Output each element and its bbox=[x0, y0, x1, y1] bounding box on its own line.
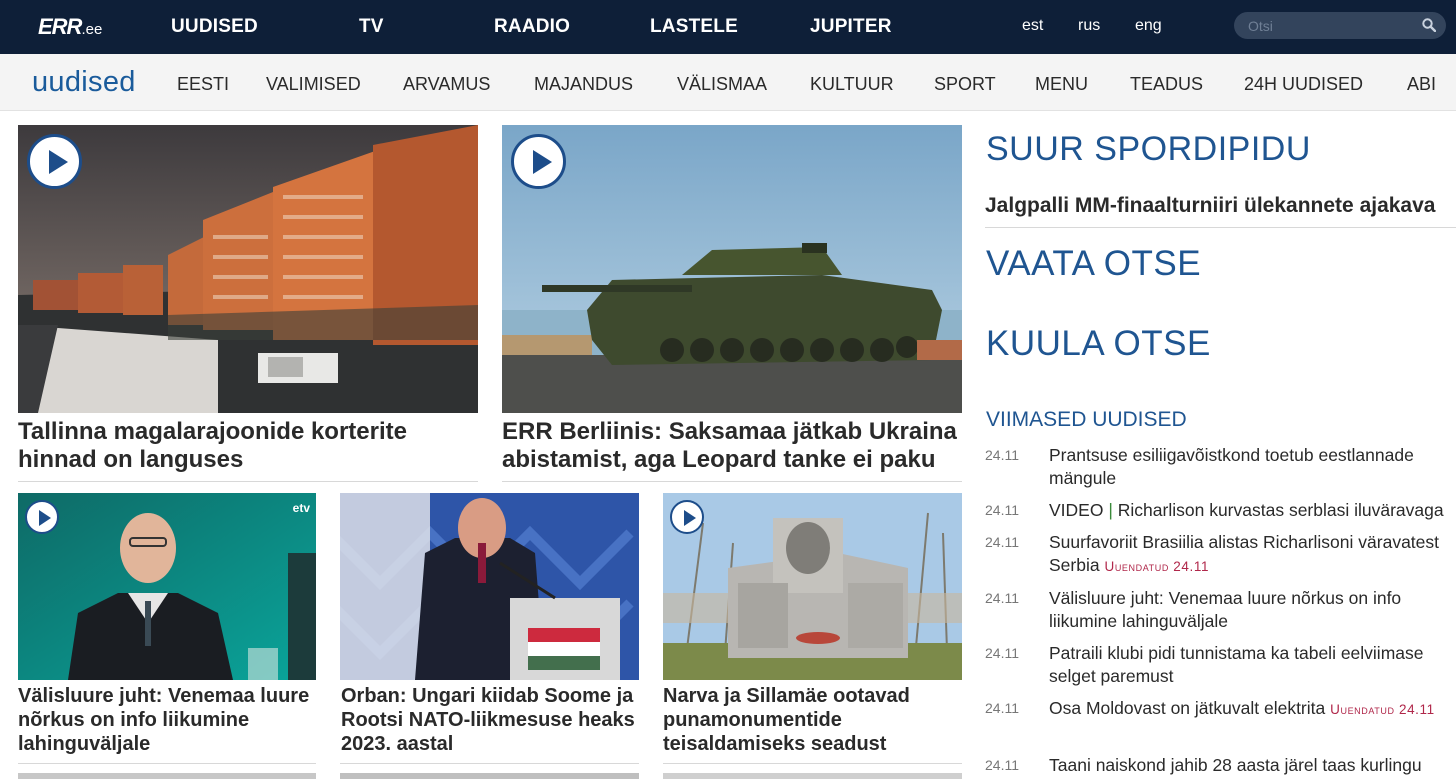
subnav-menu[interactable]: MENU bbox=[1035, 74, 1088, 95]
news-title[interactable]: Taani naiskond jahib 28 aasta järel taas… bbox=[1049, 754, 1454, 777]
top-bar: ERR.ee UUDISED TV RAADIO LASTELE JUPITER… bbox=[0, 0, 1456, 54]
latest-news-item[interactable]: 24.11 VIDEO | Richarlison kurvastas serb… bbox=[985, 499, 1456, 527]
divider bbox=[340, 763, 639, 764]
divider bbox=[502, 481, 962, 482]
news-time: 24.11 bbox=[985, 700, 1019, 716]
logo-main: ERR bbox=[38, 14, 82, 39]
sport-schedule-link[interactable]: Jalgpalli MM-finaalturniiri ülekannete a… bbox=[985, 194, 1435, 218]
lang-rus[interactable]: rus bbox=[1078, 17, 1100, 35]
divider bbox=[985, 227, 1456, 228]
news-separator: | bbox=[1108, 500, 1113, 520]
subnav-teadus[interactable]: TEADUS bbox=[1130, 74, 1203, 95]
news-title[interactable]: VIDEO | Richarlison kurvastas serblasi i… bbox=[1049, 499, 1454, 522]
subnav-24h-uudised[interactable]: 24H UUDISED bbox=[1244, 74, 1363, 95]
latest-news-item[interactable]: 24.11 Patraili klubi pidi tunnistama ka … bbox=[985, 642, 1456, 692]
subnav-sport[interactable]: SPORT bbox=[934, 74, 996, 95]
latest-news-item[interactable]: 24.11 Suurfavoriit Brasiilia alistas Ric… bbox=[985, 531, 1456, 583]
search-box bbox=[1234, 12, 1446, 39]
play-video-icon[interactable] bbox=[670, 500, 704, 534]
article-image-apartments[interactable] bbox=[18, 125, 478, 413]
news-title[interactable]: Osa Moldovast on jätkuvalt elektrita Uue… bbox=[1049, 697, 1454, 721]
subnav-abi[interactable]: ABI bbox=[1407, 74, 1436, 95]
news-title[interactable]: Välisluure juht: Venemaa luure nõrkus on… bbox=[1049, 587, 1454, 633]
article-headline[interactable]: Orban: Ungari kiidab Soome ja Rootsi NAT… bbox=[341, 684, 639, 756]
news-time: 24.11 bbox=[985, 645, 1019, 661]
play-video-icon[interactable] bbox=[511, 134, 566, 189]
subnav-kultuur[interactable]: KULTUUR bbox=[810, 74, 894, 95]
news-title-text: Osa Moldovast on jätkuvalt elektrita bbox=[1049, 698, 1326, 718]
search-input[interactable] bbox=[1248, 16, 1418, 35]
subnav-arvamus[interactable]: ARVAMUS bbox=[403, 74, 490, 95]
section-nav: uudised EESTI VALIMISED ARVAMUS MAJANDUS… bbox=[0, 54, 1456, 111]
latest-news-item[interactable]: 24.11 Prantsuse esiliigavõistkond toetub… bbox=[985, 444, 1456, 494]
article-image-orban[interactable] bbox=[340, 493, 639, 680]
news-time: 24.11 bbox=[985, 590, 1019, 606]
article-image-interview[interactable]: etv bbox=[18, 493, 316, 680]
article-headline[interactable]: Välisluure juht: Venemaa luure nõrkus on… bbox=[18, 684, 316, 756]
lang-est[interactable]: est bbox=[1022, 17, 1043, 35]
latest-news-item[interactable]: 24.11 Osa Moldovast on jätkuvalt elektri… bbox=[985, 697, 1456, 747]
divider bbox=[18, 481, 478, 482]
subnav-majandus[interactable]: MAJANDUS bbox=[534, 74, 633, 95]
watch-live-link[interactable]: VAATA OTSE bbox=[986, 244, 1201, 284]
news-title[interactable]: Patraili klubi pidi tunnistama ka tabeli… bbox=[1049, 642, 1454, 688]
subnav-eesti[interactable]: EESTI bbox=[177, 74, 229, 95]
next-article-image-edge bbox=[663, 773, 962, 779]
sport-event-title[interactable]: SUUR SPORDIPIDU bbox=[986, 130, 1311, 169]
nav-tv[interactable]: TV bbox=[359, 16, 384, 38]
article-headline[interactable]: Narva ja Sillamäe ootavad punamonumentid… bbox=[663, 684, 962, 756]
article-headline[interactable]: Tallinna magalarajoonide korterite hinna… bbox=[18, 418, 478, 474]
lang-eng[interactable]: eng bbox=[1135, 17, 1162, 35]
article-headline[interactable]: ERR Berliinis: Saksamaa jätkab Ukraina a… bbox=[502, 418, 962, 474]
play-video-icon[interactable] bbox=[25, 500, 59, 534]
nav-raadio[interactable]: RAADIO bbox=[494, 16, 570, 38]
latest-news-item[interactable]: 24.11 Taani naiskond jahib 28 aasta järe… bbox=[985, 754, 1456, 779]
play-video-icon[interactable] bbox=[27, 134, 82, 189]
next-article-image-edge bbox=[18, 773, 316, 779]
news-time: 24.11 bbox=[985, 447, 1019, 463]
latest-news-heading: VIIMASED UUDISED bbox=[986, 408, 1187, 431]
news-title[interactable]: Prantsuse esiliigavõistkond toetub eestl… bbox=[1049, 444, 1454, 490]
subnav-valimised[interactable]: VALIMISED bbox=[266, 74, 361, 95]
news-time: 24.11 bbox=[985, 502, 1019, 518]
article-image-tank[interactable] bbox=[502, 125, 962, 413]
updated-badge: Uuendatud 24.11 bbox=[1104, 559, 1210, 574]
divider bbox=[663, 763, 962, 764]
next-article-image-edge bbox=[340, 773, 639, 779]
article-image-monument[interactable] bbox=[663, 493, 962, 680]
logo-domain: .ee bbox=[81, 21, 103, 38]
news-time: 24.11 bbox=[985, 757, 1019, 773]
nav-lastele[interactable]: LASTELE bbox=[650, 16, 738, 38]
divider bbox=[18, 763, 316, 764]
news-prefix: VIDEO bbox=[1049, 500, 1104, 520]
nav-jupiter[interactable]: JUPITER bbox=[810, 16, 892, 38]
search-icon[interactable] bbox=[1422, 18, 1436, 32]
nav-uudised[interactable]: UUDISED bbox=[171, 16, 258, 38]
updated-badge: Uuendatud 24.11 bbox=[1330, 702, 1435, 717]
section-brand[interactable]: uudised bbox=[32, 66, 136, 99]
listen-live-link[interactable]: KUULA OTSE bbox=[986, 324, 1211, 364]
news-title[interactable]: Suurfavoriit Brasiilia alistas Richarlis… bbox=[1049, 531, 1454, 578]
err-logo[interactable]: ERR.ee bbox=[38, 14, 102, 40]
latest-news-item[interactable]: 24.11 Välisluure juht: Venemaa luure nõr… bbox=[985, 587, 1456, 637]
channel-badge: etv bbox=[292, 501, 310, 515]
news-title-text: Richarlison kurvastas serblasi iluvärava… bbox=[1117, 500, 1444, 520]
subnav-valismaa[interactable]: VÄLISMAA bbox=[677, 74, 767, 95]
news-time: 24.11 bbox=[985, 534, 1019, 550]
